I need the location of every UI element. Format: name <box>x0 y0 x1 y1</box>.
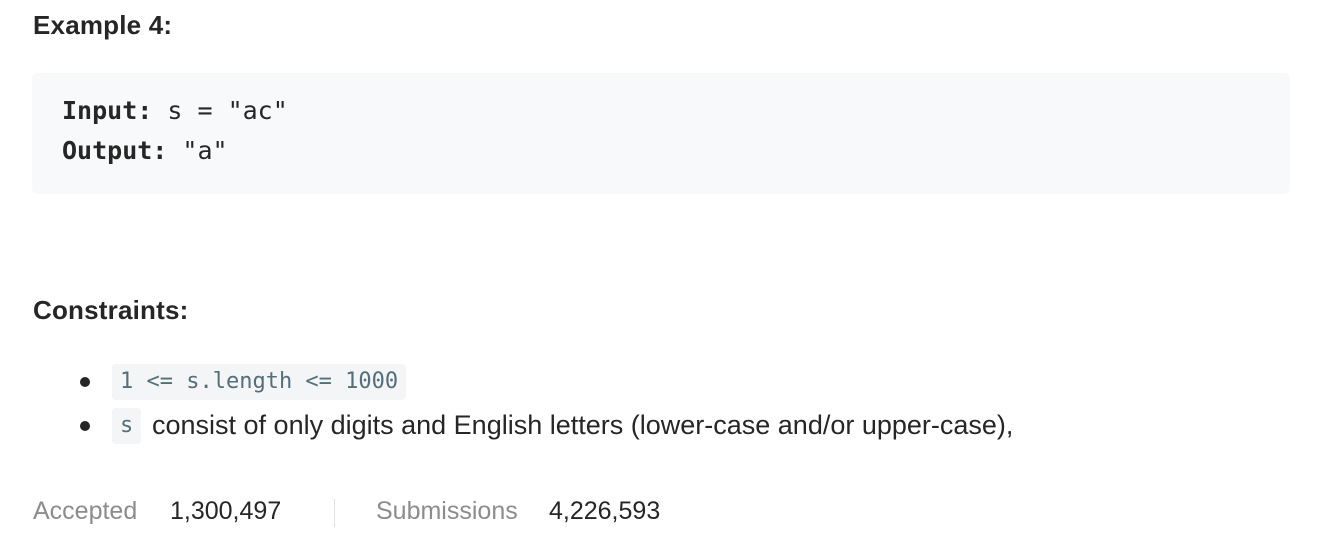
constraint-item-length: 1 <= s.length <= 1000 <box>0 362 1320 402</box>
constraint-item-charset: s consist of only digits and English let… <box>0 406 1320 446</box>
example-input-line: Input: s = "ac" <box>62 96 288 125</box>
accepted-count: 1,300,497 <box>170 497 282 525</box>
submissions-label: Submissions <box>376 497 518 525</box>
example-code-block: Input: s = "ac" Output: "a" <box>32 73 1290 194</box>
input-key: Input: <box>62 96 153 125</box>
output-key: Output: <box>62 136 168 165</box>
inline-code: s <box>112 408 142 444</box>
example-output-line: Output: "a" <box>62 136 228 165</box>
bullet-icon <box>80 377 90 387</box>
stats-divider <box>334 499 335 527</box>
bullet-icon <box>80 421 90 431</box>
submissions-count: 4,226,593 <box>549 497 661 525</box>
accepted-label: Accepted <box>33 497 138 525</box>
inline-code: 1 <= s.length <= 1000 <box>112 364 407 400</box>
input-value: s = "ac" <box>152 96 288 125</box>
example-heading: Example 4: <box>33 10 173 40</box>
output-value: "a" <box>167 136 228 165</box>
constraints-heading: Constraints: <box>33 295 189 325</box>
constraint-text: consist of only digits and English lette… <box>152 410 1014 440</box>
